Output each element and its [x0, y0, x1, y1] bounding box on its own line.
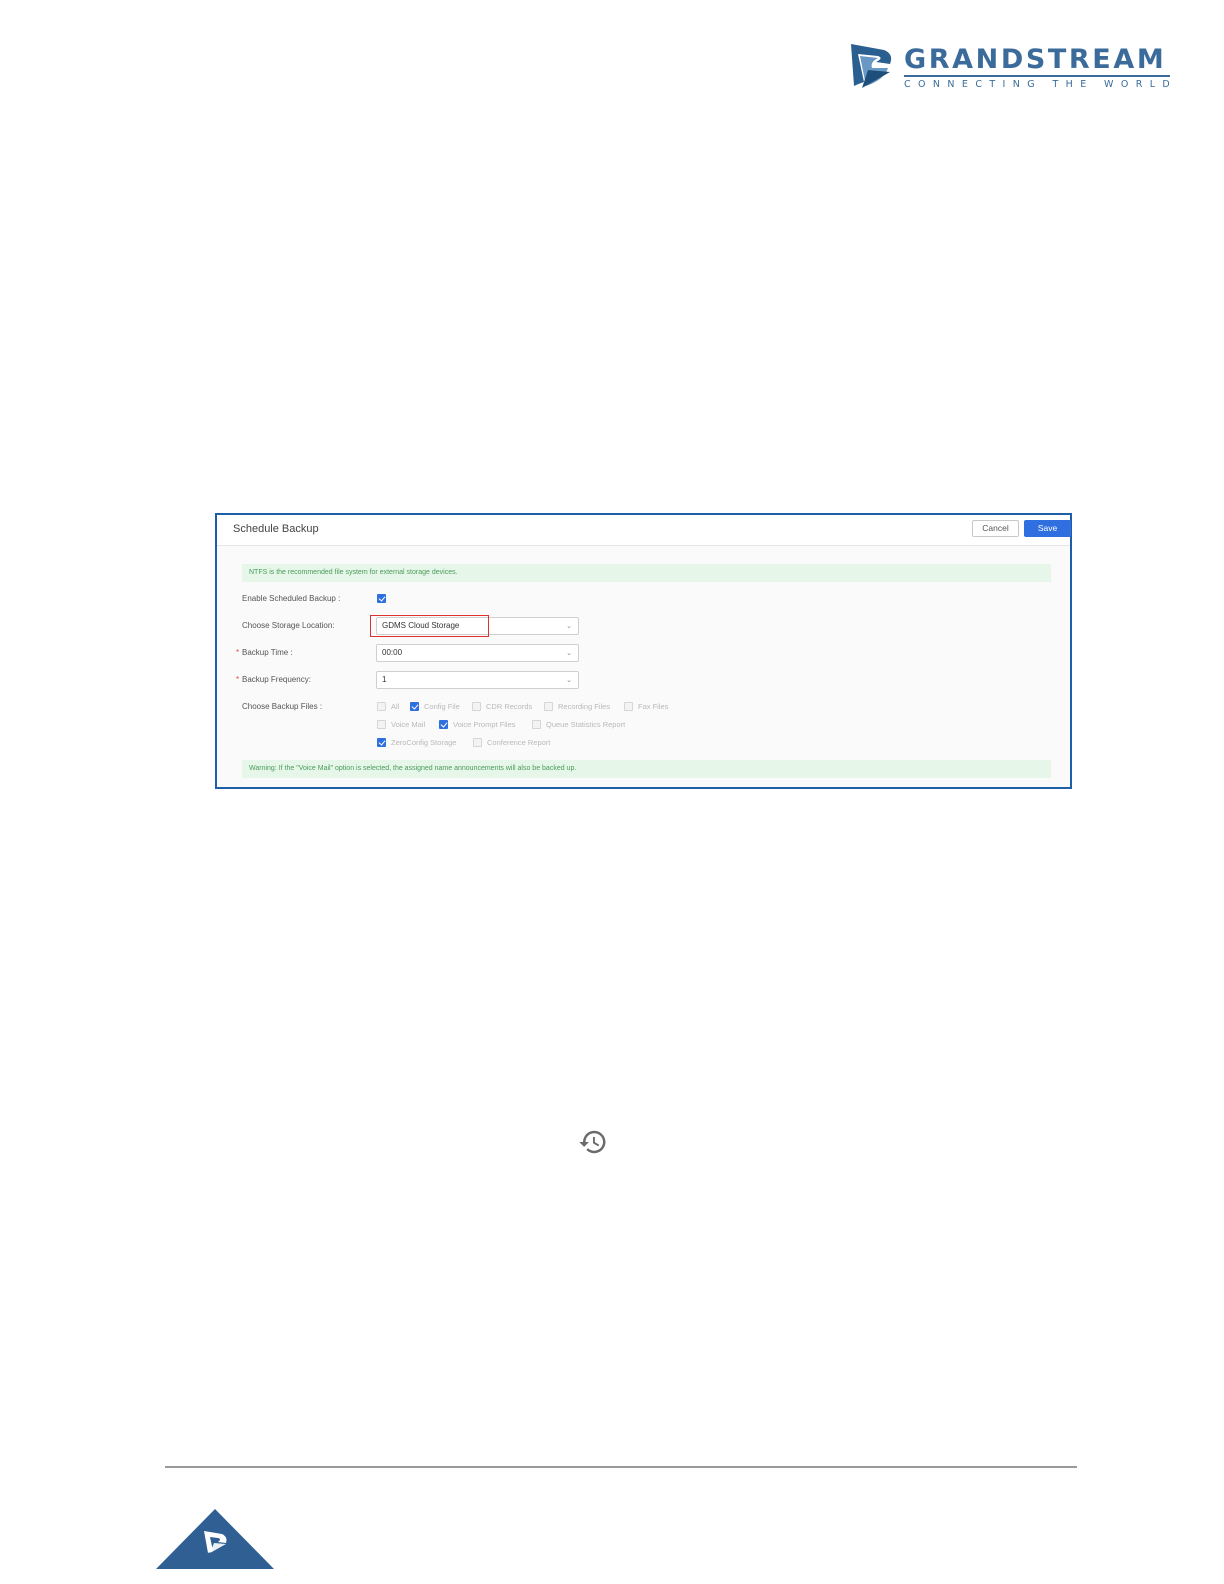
history-icon — [579, 1130, 606, 1154]
backup-file-label-recording: Recording Files — [558, 702, 611, 711]
backup-file-checkbox-config[interactable] — [410, 702, 419, 711]
backup-time-label: * Backup Time : — [236, 648, 293, 657]
backup-file-checkbox-voicemail[interactable] — [377, 720, 386, 729]
chevron-down-icon: ⌄ — [566, 623, 572, 630]
ntfs-notice: NTFS is the recommended file system for … — [242, 564, 1051, 582]
backup-file-label-fax: Fax Files — [638, 702, 669, 711]
enable-backup-checkbox[interactable] — [377, 594, 386, 603]
dialog-title: Schedule Backup — [233, 523, 319, 535]
backup-file-checkbox-fax[interactable] — [624, 702, 633, 711]
backup-file-checkbox-all[interactable] — [377, 702, 386, 711]
backup-time-select[interactable]: 00:00 ⌄ — [376, 644, 579, 662]
brand-tagline: CONNECTING THE WORLD — [904, 79, 1178, 90]
backup-file-label-conference: Conference Report — [487, 738, 551, 747]
backup-file-checkbox-zeroconfig[interactable] — [377, 738, 386, 747]
storage-location-select[interactable]: GDMS Cloud Storage ⌄ — [376, 617, 579, 635]
grandstream-logo: GRANDSTREAM CONNECTING THE WORLD — [848, 42, 1178, 92]
cancel-button[interactable]: Cancel — [972, 520, 1019, 537]
required-marker: * — [236, 648, 240, 657]
backup-file-checkbox-cdr[interactable] — [472, 702, 481, 711]
backup-file-label-voicemail: Voice Mail — [391, 720, 426, 729]
grandstream-logo-icon — [156, 1509, 274, 1569]
backup-file-checkbox-voice-prompt[interactable] — [439, 720, 448, 729]
dialog-body: NTFS is the recommended file system for … — [217, 546, 1070, 787]
backup-file-label-config: Config File — [424, 702, 460, 711]
footer-rule — [165, 1466, 1077, 1468]
backup-file-checkbox-recording[interactable] — [544, 702, 553, 711]
backup-file-checkbox-conference[interactable] — [473, 738, 482, 747]
grandstream-logo-icon — [851, 44, 892, 88]
brand-rule — [904, 75, 1170, 77]
chevron-down-icon: ⌄ — [566, 677, 572, 684]
backup-file-label-all: All — [391, 702, 400, 711]
backup-frequency-label: * Backup Frequency: — [236, 675, 311, 684]
backup-time-label-text: Backup Time : — [242, 648, 293, 657]
backup-file-checkbox-queue[interactable] — [532, 720, 541, 729]
backup-file-label-queue: Queue Statistics Report — [546, 720, 626, 729]
required-marker: * — [236, 675, 240, 684]
save-button[interactable]: Save — [1024, 520, 1071, 537]
dialog-header: Schedule Backup Cancel Save — [217, 515, 1071, 546]
backup-frequency-value: 1 — [382, 675, 387, 684]
backup-file-label-cdr: CDR Records — [486, 702, 533, 711]
backup-frequency-label-text: Backup Frequency: — [242, 675, 311, 684]
backup-frequency-select[interactable]: 1 ⌄ — [376, 671, 579, 689]
brand-wordmark: GRANDSTREAM — [904, 44, 1167, 75]
enable-backup-label: Enable Scheduled Backup : — [242, 594, 341, 603]
backup-file-label-voice-prompt: Voice Prompt Files — [453, 720, 516, 729]
backup-time-value: 00:00 — [382, 648, 403, 657]
voicemail-warning: Warning: If the "Voice Mail" option is s… — [242, 760, 1051, 778]
backup-file-label-zeroconfig: ZeroConfig Storage — [391, 738, 457, 747]
chevron-down-icon: ⌄ — [566, 650, 572, 657]
backup-files-label: Choose Backup Files : — [242, 702, 323, 711]
storage-location-value: GDMS Cloud Storage — [382, 621, 460, 630]
storage-location-label: Choose Storage Location: — [242, 621, 335, 630]
schedule-backup-screenshot: Schedule Backup Cancel Save NTFS is the … — [215, 513, 1072, 789]
